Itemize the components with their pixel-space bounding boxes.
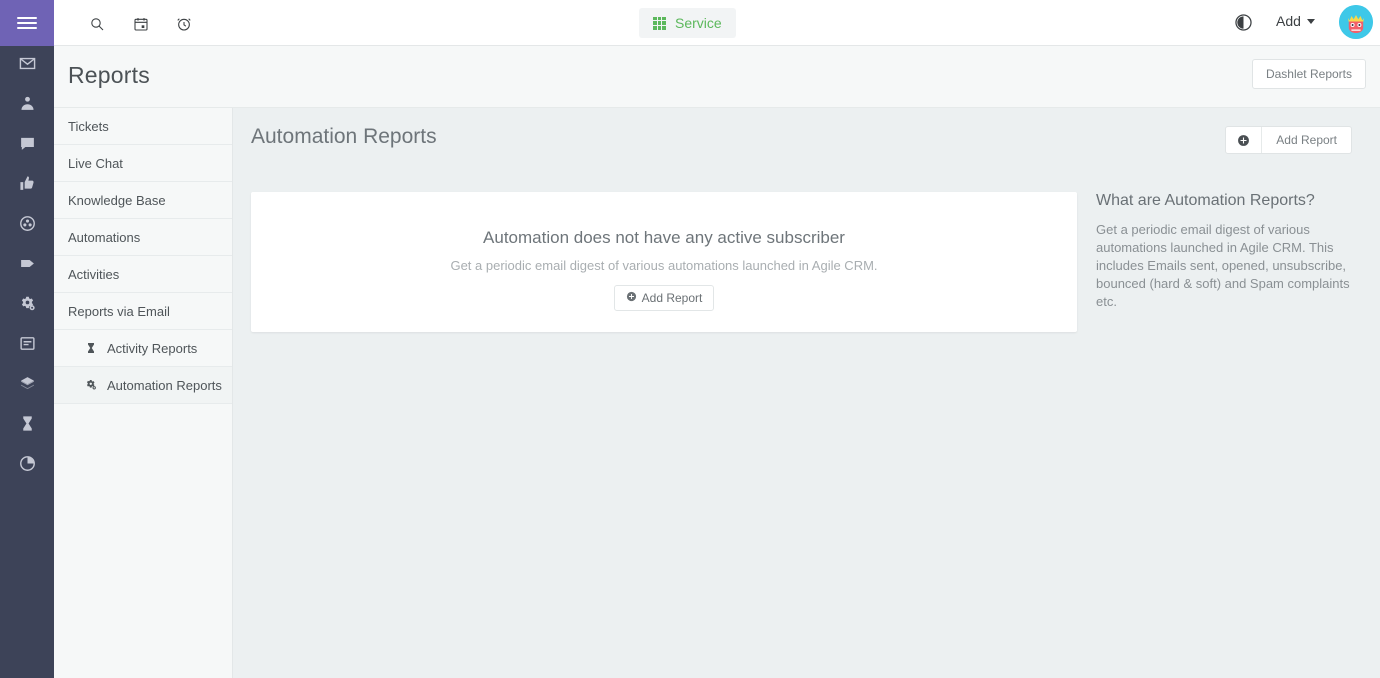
service-switcher-button[interactable]: Service — [639, 8, 736, 38]
tag-icon — [19, 255, 36, 277]
empty-state-card: Automation does not have any active subs… — [251, 192, 1077, 332]
add-report-label[interactable]: Add Report — [1262, 127, 1351, 153]
sidebar-item-label: Reports via Email — [68, 303, 170, 319]
rail-item-notes[interactable] — [0, 326, 54, 366]
page-header: Reports Dashlet Reports — [54, 46, 1380, 108]
sidebar-item-tickets[interactable]: Tickets — [54, 108, 232, 145]
rail-item-social[interactable] — [0, 166, 54, 206]
rail-item-activities[interactable] — [0, 406, 54, 446]
add-report-button[interactable]: Add Report — [1225, 126, 1352, 154]
chat-bubble-icon — [19, 135, 36, 157]
empty-state-add-report-button[interactable]: Add Report — [613, 285, 715, 311]
dashlet-reports-button[interactable]: Dashlet Reports — [1251, 59, 1366, 89]
plus-circle-icon[interactable] — [1226, 127, 1263, 153]
rail-item-groups[interactable] — [0, 206, 54, 246]
hourglass-icon — [19, 415, 36, 437]
hourglass-icon — [84, 342, 98, 354]
sidebar-item-label: Knowledge Base — [68, 192, 166, 208]
info-panel-title: What are Automation Reports? — [1096, 192, 1315, 209]
search-icon[interactable] — [86, 13, 108, 35]
gears-icon — [84, 379, 98, 391]
service-label: Service — [675, 15, 722, 31]
calendar-icon[interactable] — [130, 13, 152, 35]
sidebar-item-activities[interactable]: Activities — [54, 256, 232, 293]
hamburger-icon — [17, 14, 37, 32]
sidebar-item-knowledge-base[interactable]: Knowledge Base — [54, 182, 232, 219]
info-panel: What are Automation Reports? Get a perio… — [1096, 192, 1374, 311]
avatar[interactable] — [1339, 5, 1373, 39]
rail-item-chat[interactable] — [0, 126, 54, 166]
sidebar-item-label: Automations — [68, 229, 141, 245]
add-dropdown-button[interactable]: Add — [1276, 13, 1315, 29]
dark-mode-toggle-icon[interactable] — [1234, 13, 1256, 35]
rail-item-contacts[interactable] — [0, 86, 54, 126]
rail-item-automations[interactable] — [0, 286, 54, 326]
main-content: Automation Reports Add Report Automation… — [233, 108, 1380, 678]
sidebar-item-automations[interactable]: Automations — [54, 219, 232, 256]
alarm-clock-icon[interactable] — [173, 13, 195, 35]
users-group-icon — [19, 215, 36, 237]
rail-item-deals[interactable] — [0, 246, 54, 286]
empty-state-add-report-label: Add Report — [641, 291, 703, 305]
content-header: Automation Reports Add Report — [233, 108, 1380, 168]
section-title: Automation Reports — [251, 125, 437, 148]
grid-icon — [653, 16, 666, 30]
rail-item-reports[interactable] — [0, 446, 54, 486]
empty-state-subtitle: Get a periodic email digest of various a… — [450, 258, 878, 273]
sidebar-item-label: Live Chat — [68, 155, 123, 171]
rail-item-email[interactable] — [0, 46, 54, 86]
sidebar-item-label: Tickets — [68, 118, 109, 134]
sidebar-item-automation-reports[interactable]: Automation Reports — [54, 367, 232, 404]
page-title: Reports — [68, 62, 150, 88]
app-left-rail — [0, 0, 54, 678]
email-icon — [19, 55, 36, 77]
plus-circle-icon — [626, 291, 637, 305]
info-panel-body: Get a periodic email digest of various a… — [1096, 222, 1350, 309]
contacts-icon — [19, 95, 36, 117]
global-topbar: Service Add — [54, 0, 1380, 46]
sidebar-item-label: Automation Reports — [107, 377, 222, 393]
sidebar-item-live-chat[interactable]: Live Chat — [54, 145, 232, 182]
thumbs-up-icon — [19, 175, 36, 197]
chevron-down-icon — [1306, 18, 1315, 24]
pie-chart-icon — [19, 455, 36, 477]
sidebar-item-label: Activities — [68, 266, 120, 282]
menu-toggle-button[interactable] — [0, 0, 54, 46]
rail-item-campaigns[interactable] — [0, 366, 54, 406]
sidebar-item-activity-reports[interactable]: Activity Reports — [54, 330, 232, 367]
sidebar-item-reports-via-email[interactable]: Reports via Email — [54, 293, 232, 330]
reports-sidebar: Tickets Live Chat Knowledge Base Automat… — [54, 108, 233, 678]
add-label: Add — [1276, 13, 1301, 29]
notes-icon — [19, 335, 36, 357]
layers-icon — [19, 375, 36, 397]
gears-icon — [19, 295, 36, 317]
empty-state-title: Automation does not have any active subs… — [483, 228, 845, 247]
sidebar-item-label: Activity Reports — [107, 340, 198, 356]
